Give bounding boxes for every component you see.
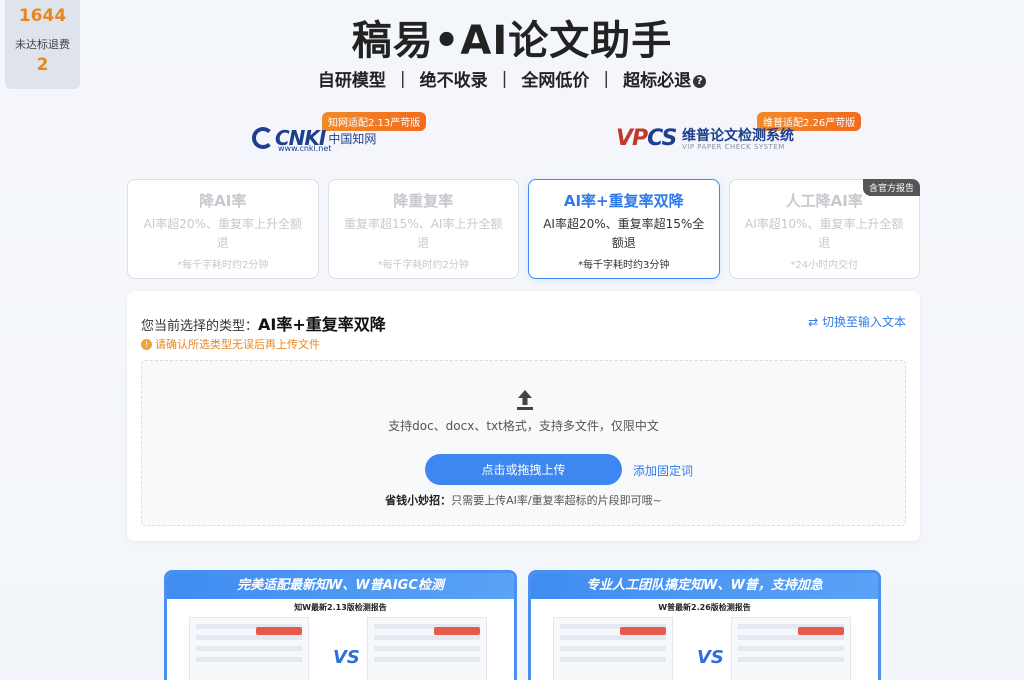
- mode-time: *24小时内交付: [790, 260, 859, 271]
- current-type: 您当前选择的类型：AI率+重复率双降: [141, 311, 386, 335]
- promo-card-vpcs[interactable]: 专业人工团队搞定知W、W普，支持加急 W普最新2.26版检测报告 VS: [528, 570, 881, 680]
- page-title: 稿易•AI论文助手: [351, 18, 673, 64]
- mode-title: 降重复率: [393, 192, 454, 210]
- vs-label: VS: [697, 647, 724, 668]
- add-fixed-words-link[interactable]: 添加固定词: [633, 462, 693, 479]
- swap-arrows-icon: ⇄: [808, 315, 819, 329]
- switch-label: 切换至输入文本: [821, 315, 906, 329]
- vpcs-mark-blue: CS: [647, 126, 677, 151]
- vpcs-subtitle: VIP PAPER CHECK SYSTEM: [682, 143, 785, 151]
- vpcs-mark: VPCS: [616, 126, 677, 151]
- current-type-label: 您当前选择的类型：: [141, 319, 259, 334]
- upload-panel: 您当前选择的类型：AI率+重复率双降 ⇄ 切换至输入文本 ! 请确认所选类型无误…: [127, 291, 920, 541]
- vs-label: VS: [333, 647, 360, 668]
- vpcs-logo: 维普适配2.26严苛版 VPCS 维普论文检测系统 VIP PAPER CHEC…: [612, 112, 872, 156]
- report-thumbnail-after: [367, 617, 487, 680]
- money-saving-tip: 省钱小妙招：只需要上传AI率/重复率超标的片段即可哦~: [142, 492, 905, 508]
- feature-item-refund: 超标必退?: [623, 66, 707, 91]
- promo-subtitle: W普最新2.26版检测报告: [658, 603, 751, 612]
- promo-card-cnki[interactable]: 完美适配最新知W、W普AIGC检测 知W最新2.13版检测报告 VS: [164, 570, 517, 680]
- question-circle-icon[interactable]: ?: [693, 74, 707, 88]
- warning-text: 请确认所选类型无误后再上传文件: [155, 338, 320, 351]
- feature-item: 超标必退: [623, 71, 692, 91]
- mode-card-reduce-ai[interactable]: 降AI率 AI率超20%、重复率上升全额退 *每千字耗时约2分钟: [127, 179, 319, 279]
- mode-time: *每千字耗时约2分钟: [377, 260, 469, 271]
- vpcs-name: 维普论文检测系统: [682, 128, 794, 144]
- mode-card-reduce-duplicate[interactable]: 降重复率 重复率超15%、AI率上升全额退 *每千字耗时约2分钟: [327, 179, 519, 279]
- warning-notice: ! 请确认所选类型无误后再上传文件: [141, 336, 320, 352]
- mode-desc: AI率超20%、重复率超15%全额退: [543, 217, 705, 250]
- mode-card-dual-reduce[interactable]: AI率+重复率双降 AI率超20%、重复率超15%全额退 *每千字耗时约3分钟: [528, 179, 720, 279]
- upload-icon: [517, 390, 533, 410]
- promo-headline: 专业人工团队搞定知W、W普，支持加急: [531, 573, 878, 599]
- tip-label: 省钱小妙招：: [385, 494, 452, 507]
- promo-headline: 完美适配最新知W、W普AIGC检测: [167, 573, 514, 599]
- warning-icon: !: [141, 338, 152, 350]
- current-type-value: AI率+重复率双降: [258, 315, 386, 334]
- feature-list: 自研模型 | 绝不收录 | 全网低价 | 超标必退?: [0, 66, 1024, 91]
- switch-to-text-link[interactable]: ⇄ 切换至输入文本: [808, 313, 906, 330]
- mode-time: *每千字耗时约3分钟: [578, 260, 670, 271]
- feature-separator: |: [501, 68, 508, 89]
- promo-subtitle: 知W最新2.13版检测报告: [294, 603, 387, 612]
- supported-formats-text: 支持doc、docx、txt格式，支持多文件，仅限中文: [388, 419, 659, 433]
- feature-separator: |: [603, 68, 610, 89]
- mode-title: AI率+重复率双降: [563, 192, 684, 210]
- mode-desc: AI率超10%、重复率上升全额退: [745, 217, 904, 250]
- mode-title: 降AI率: [199, 192, 247, 210]
- feature-item: 绝不收录: [419, 71, 488, 91]
- cnki-logo: 知网适配2.13严苛版 CNKI 中国知网 www.cnki.net: [252, 112, 432, 156]
- upload-button[interactable]: 点击或拖拽上传: [425, 454, 622, 485]
- mode-selector: 降AI率 AI率超20%、重复率上升全额退 *每千字耗时约2分钟 降重复率 重复…: [127, 179, 920, 279]
- report-thumbnail-after: [731, 617, 851, 680]
- feature-separator: |: [399, 68, 406, 89]
- cnki-url: www.cnki.net: [278, 144, 332, 153]
- mode-desc: AI率超20%、重复率上升全额退: [143, 217, 302, 250]
- feature-item: 自研模型: [317, 71, 386, 91]
- tip-text: 只需要上传AI率/重复率超标的片段即可哦~: [451, 494, 662, 507]
- cnki-circle-icon: [252, 127, 274, 149]
- official-report-badge: 含官方报告: [862, 179, 920, 196]
- vpcs-mark-red: VP: [616, 126, 648, 151]
- mode-card-manual-ai[interactable]: 含官方报告 人工降AI率 AI率超10%、重复率上升全额退 *24小时内交付: [728, 179, 920, 279]
- mode-desc: 重复率超15%、AI率上升全额退: [344, 217, 503, 250]
- report-thumbnail-before: [189, 617, 309, 680]
- mode-time: *每千字耗时约2分钟: [177, 260, 269, 271]
- feature-item: 全网低价: [521, 71, 590, 91]
- file-drop-zone[interactable]: 支持doc、docx、txt格式，支持多文件，仅限中文 点击或拖拽上传 添加固定…: [141, 360, 906, 526]
- cnki-name: 中国知网: [328, 131, 377, 146]
- report-thumbnail-before: [553, 617, 673, 680]
